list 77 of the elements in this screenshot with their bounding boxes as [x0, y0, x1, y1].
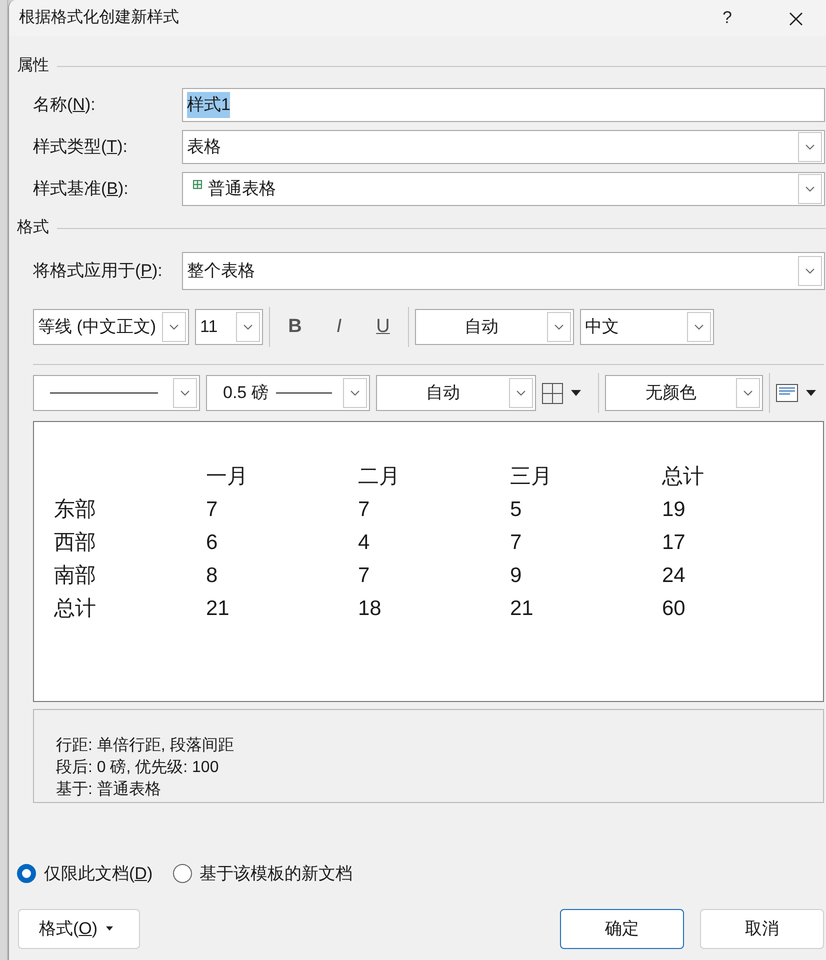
table-cell-text: 18 [358, 596, 382, 622]
chevron-down-icon [805, 144, 815, 150]
paragraph-icon [776, 384, 798, 402]
font-color-dropdown[interactable]: 自动 [415, 309, 574, 345]
field-label: 将格式应用于(P): [32, 260, 164, 282]
format-button[interactable]: 格式(O) [18, 908, 140, 948]
table-cell-text: 24 [662, 562, 686, 589]
table-cell-text: 7 [206, 496, 219, 523]
table-cell-text: 21 [510, 596, 534, 622]
table-cell-text: 7 [358, 562, 371, 589]
column-header: 总计 [662, 464, 705, 490]
chevron-down-icon [805, 268, 815, 274]
caret-icon [806, 390, 816, 396]
chevron-down-icon [243, 324, 253, 330]
table-cell-text: 7 [510, 530, 523, 556]
field-label: 样式基准(B): [32, 178, 130, 200]
caret-icon [571, 390, 581, 396]
chevron-down-icon [694, 324, 704, 330]
row-header: 南部 [54, 562, 97, 589]
table-cell-text: 6 [206, 530, 219, 556]
ok-button[interactable]: 确定 [560, 908, 684, 948]
grid-icon [542, 382, 563, 404]
bold-button[interactable]: B [276, 309, 314, 345]
field-label: 名称(N): [32, 94, 96, 116]
table-cell-text: 17 [662, 530, 686, 556]
table-cell-text: 4 [358, 530, 371, 556]
table-cell-text: 7 [358, 496, 371, 523]
description-line: 基于: 普通表格 [56, 779, 162, 800]
description-line: 行距: 单倍行距, 段落间距 [56, 736, 235, 756]
section-heading: 格式 [17, 218, 49, 238]
shading-dropdown[interactable]: 无颜色 [605, 375, 763, 411]
chevron-down-icon [180, 390, 190, 396]
help-button[interactable]: ? [714, 1, 740, 35]
table-cell-text: 9 [510, 562, 523, 589]
table-icon [193, 180, 202, 188]
radio-button[interactable] [172, 864, 192, 884]
chevron-down-icon [743, 390, 753, 396]
radio-label: 基于该模板的新文档 [200, 863, 353, 885]
style-type-dropdown[interactable]: 表格 [182, 130, 825, 164]
close-icon [788, 10, 804, 27]
line-sample-icon [276, 392, 332, 394]
radio-label: 仅限此文档(D) [44, 863, 153, 885]
description-line: 段后: 0 磅, 优先级: 100 [56, 758, 220, 778]
row-header: 西部 [54, 530, 97, 556]
chevron-down-icon [169, 324, 179, 330]
radio-button[interactable] [17, 864, 36, 884]
chevron-down-icon [805, 186, 815, 192]
row-header: 东部 [54, 496, 97, 523]
chevron-down-icon [350, 390, 360, 396]
chevron-down-icon [516, 390, 526, 396]
chevron-down-icon [554, 324, 564, 330]
line-sample-icon [50, 392, 158, 394]
font-dropdown[interactable]: 等线 (中文正文) [33, 309, 189, 345]
underline-button[interactable]: U [364, 309, 402, 345]
language-dropdown[interactable]: 中文 [580, 309, 714, 345]
name-field[interactable]: 样式1 [182, 88, 825, 122]
field-label: 样式类型(T): [32, 136, 128, 158]
dialog-title: 根据格式化创建新样式 [19, 8, 179, 28]
table-cell-text: 21 [206, 596, 230, 622]
row-header: 总计 [54, 596, 97, 622]
caret-icon [106, 926, 113, 931]
field-value: 样式1 [187, 92, 230, 118]
table-cell-text: 60 [662, 596, 686, 622]
border-color-dropdown[interactable]: 自动 [376, 375, 536, 411]
column-header: 三月 [510, 464, 553, 490]
table-cell-text: 5 [510, 496, 523, 523]
table-cell-text: 19 [662, 496, 686, 523]
italic-button[interactable]: I [320, 309, 358, 345]
table-cell-text: 8 [206, 562, 219, 589]
apply-to-dropdown[interactable]: 整个表格 [182, 252, 825, 290]
section-heading: 属性 [17, 56, 49, 76]
style-base-dropdown[interactable]: 普通表格 [182, 172, 825, 206]
cancel-button[interactable]: 取消 [700, 908, 824, 948]
line-width-dropdown[interactable]: 0.5 磅 [206, 375, 370, 411]
column-header: 一月 [206, 464, 249, 490]
size-dropdown[interactable]: 11 [195, 309, 263, 345]
column-header: 二月 [358, 464, 401, 490]
